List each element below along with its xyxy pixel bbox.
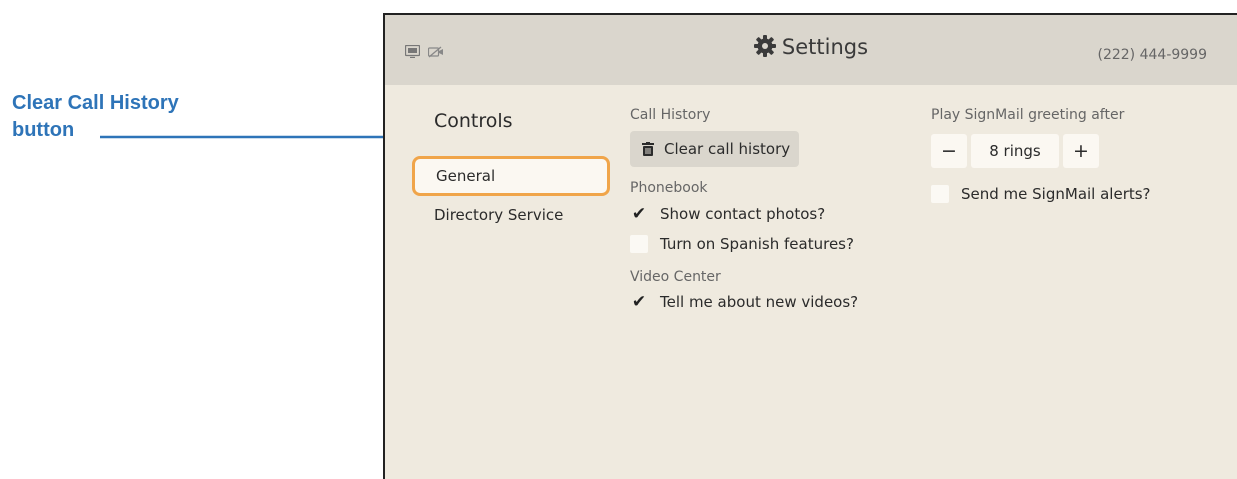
checkmark-icon: ✔ [631, 291, 647, 312]
rings-stepper: − 8 rings + [931, 134, 1099, 168]
sidebar-item-label: Directory Service [434, 206, 564, 224]
sidebar-item-general[interactable]: General [412, 156, 610, 196]
sidebar-item-label: General [436, 167, 496, 185]
phonebook-label: Phonebook [630, 180, 708, 196]
clear-call-history-label: Clear call history [664, 140, 791, 158]
settings-screen: Settings (222) 444-9999 Controls General… [383, 13, 1237, 479]
spanish-features-checkbox[interactable] [630, 235, 648, 253]
gear-icon [753, 35, 776, 57]
signmail-alerts-option[interactable]: Send me SignMail alerts? [931, 185, 1151, 203]
show-contact-photos-option[interactable]: ✔ Show contact photos? [630, 205, 825, 223]
sidebar-title: Controls [434, 110, 513, 132]
new-videos-checkbox[interactable]: ✔ [630, 293, 648, 311]
video-center-label: Video Center [630, 269, 721, 285]
clear-call-history-button[interactable]: Clear call history [630, 131, 799, 167]
new-videos-label: Tell me about new videos? [660, 293, 859, 311]
spanish-features-option[interactable]: Turn on Spanish features? [630, 235, 854, 253]
signmail-alerts-checkbox[interactable] [931, 185, 949, 203]
show-contact-photos-checkbox[interactable]: ✔ [630, 205, 648, 223]
phone-number: (222) 444-9999 [1097, 47, 1208, 63]
increment-button[interactable]: + [1063, 134, 1099, 168]
show-contact-photos-label: Show contact photos? [660, 205, 826, 223]
rings-value: 8 rings [971, 134, 1059, 168]
checkmark-icon: ✔ [631, 203, 647, 224]
spanish-features-label: Turn on Spanish features? [660, 235, 854, 253]
header-bar: Settings (222) 444-9999 [385, 15, 1237, 85]
call-history-label: Call History [630, 107, 711, 123]
sidebar-item-directory-service[interactable]: Directory Service [434, 206, 563, 224]
signmail-greeting-label: Play SignMail greeting after [931, 107, 1125, 123]
page-title-text: Settings [781, 35, 869, 59]
decrement-button[interactable]: − [931, 134, 967, 168]
trash-icon [642, 142, 654, 156]
new-videos-option[interactable]: ✔ Tell me about new videos? [630, 293, 858, 311]
signmail-alerts-label: Send me SignMail alerts? [961, 185, 1151, 203]
